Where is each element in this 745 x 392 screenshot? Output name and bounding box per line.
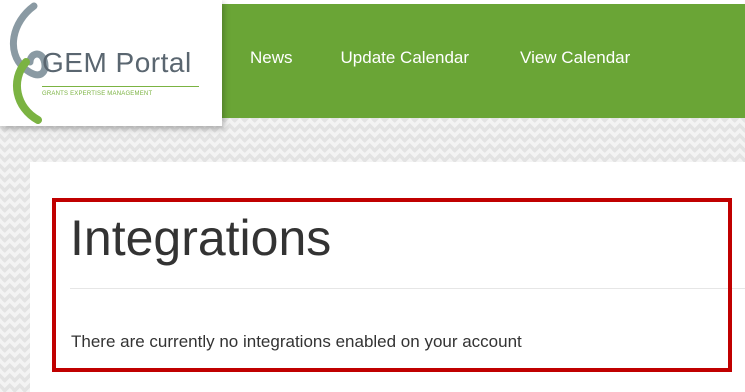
logo-tagline: GRANTS EXPERTISE MANAGEMENT [42, 91, 153, 97]
main-navbar: News Update Calendar View Calendar [222, 4, 745, 118]
highlight-box [52, 198, 732, 372]
nav-update-calendar-link[interactable]: Update Calendar [341, 48, 470, 68]
nav-news-link[interactable]: News [250, 48, 293, 68]
logo-divider [42, 86, 199, 87]
nav-view-calendar-link[interactable]: View Calendar [520, 48, 630, 68]
gem-portal-logo[interactable]: GEM Portal GRANTS EXPERTISE MANAGEMENT [0, 0, 222, 126]
logo-title: GEM Portal [42, 47, 192, 78]
left-pattern-strip [0, 118, 30, 392]
